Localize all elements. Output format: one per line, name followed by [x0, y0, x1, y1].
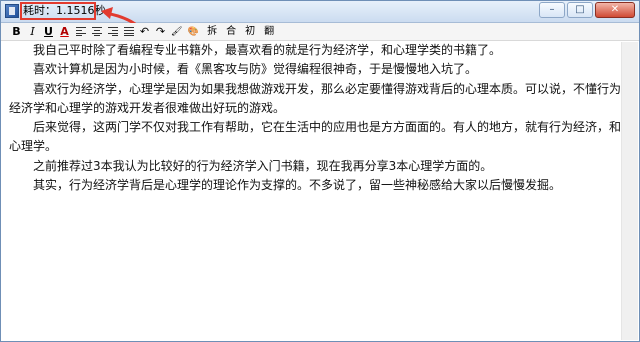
align-left-button[interactable] — [75, 25, 86, 39]
palette-button[interactable]: 🎨 — [187, 25, 198, 39]
text-editor[interactable]: 我自己平时除了看编程专业书籍外，最喜欢看的就是行为经济学，和心理学类的书籍了。 … — [9, 41, 624, 336]
align-center-button[interactable] — [91, 25, 102, 39]
align-right-button[interactable] — [107, 25, 118, 39]
paragraph: 后来觉得，这两门学不仅对我工作有帮助，它在生活中的应用也是方方面面的。有人的地方… — [9, 120, 622, 154]
justify-button[interactable] — [123, 25, 134, 39]
maximize-button[interactable]: □ — [567, 2, 593, 18]
flip-button[interactable]: 翻 — [264, 25, 275, 39]
italic-button[interactable]: I — [27, 25, 38, 39]
minimize-icon: – — [549, 4, 555, 15]
format-toolbar: B I U A ↶ ↷ 🖌 🎨 拆 合 初 翻 — [1, 23, 639, 41]
paragraph: 喜欢计算机是因为小时候，看《黑客攻与防》觉得编程很神奇，于是慢慢地入坑了。 — [33, 62, 478, 77]
align-center-icon — [91, 27, 102, 36]
font-color-button[interactable]: A — [59, 25, 70, 39]
align-left-icon — [75, 27, 86, 36]
paragraph: 喜欢行为经济学，心理学是因为如果我想做游戏开发，那么必定要懂得游戏背后的心理本质… — [9, 81, 622, 115]
paragraph: 之前推荐过3本我认为比较好的行为经济学入门书籍，现在我再分享3本心理学方面的。 — [33, 158, 493, 173]
highlight-box — [20, 2, 96, 20]
paragraph: 其实，行为经济学背后是心理学的理论作为支撑的。不多说了，留一些神秘感给大家以后慢… — [33, 178, 562, 193]
close-icon: ✕ — [610, 4, 620, 15]
undo-button[interactable]: ↶ — [139, 25, 150, 39]
align-right-icon — [107, 27, 118, 36]
maximize-icon: □ — [575, 4, 585, 15]
justify-icon — [123, 27, 134, 36]
brush-button[interactable]: 🖌 — [171, 25, 182, 39]
window-controls: – □ ✕ — [539, 2, 635, 20]
merge-button[interactable]: 合 — [226, 25, 237, 39]
title-bar[interactable]: 耗时：1.1516秒 – □ ✕ — [1, 1, 639, 31]
init-button[interactable]: 初 — [245, 25, 256, 39]
minimize-button[interactable]: – — [539, 2, 565, 18]
split-button[interactable]: 拆 — [207, 25, 218, 39]
app-icon — [5, 4, 19, 18]
app-window: 耗时：1.1516秒 – □ ✕ B I U A ↶ ↷ 🖌 🎨 拆 合 初 翻… — [0, 0, 640, 342]
vertical-scrollbar[interactable] — [621, 42, 638, 340]
close-button[interactable]: ✕ — [595, 2, 635, 18]
paragraph: 我自己平时除了看编程专业书籍外，最喜欢看的就是行为经济学，和心理学类的书籍了。 — [33, 43, 502, 57]
redo-button[interactable]: ↷ — [155, 25, 166, 39]
bold-button[interactable]: B — [11, 25, 22, 39]
underline-button[interactable]: U — [43, 25, 54, 39]
